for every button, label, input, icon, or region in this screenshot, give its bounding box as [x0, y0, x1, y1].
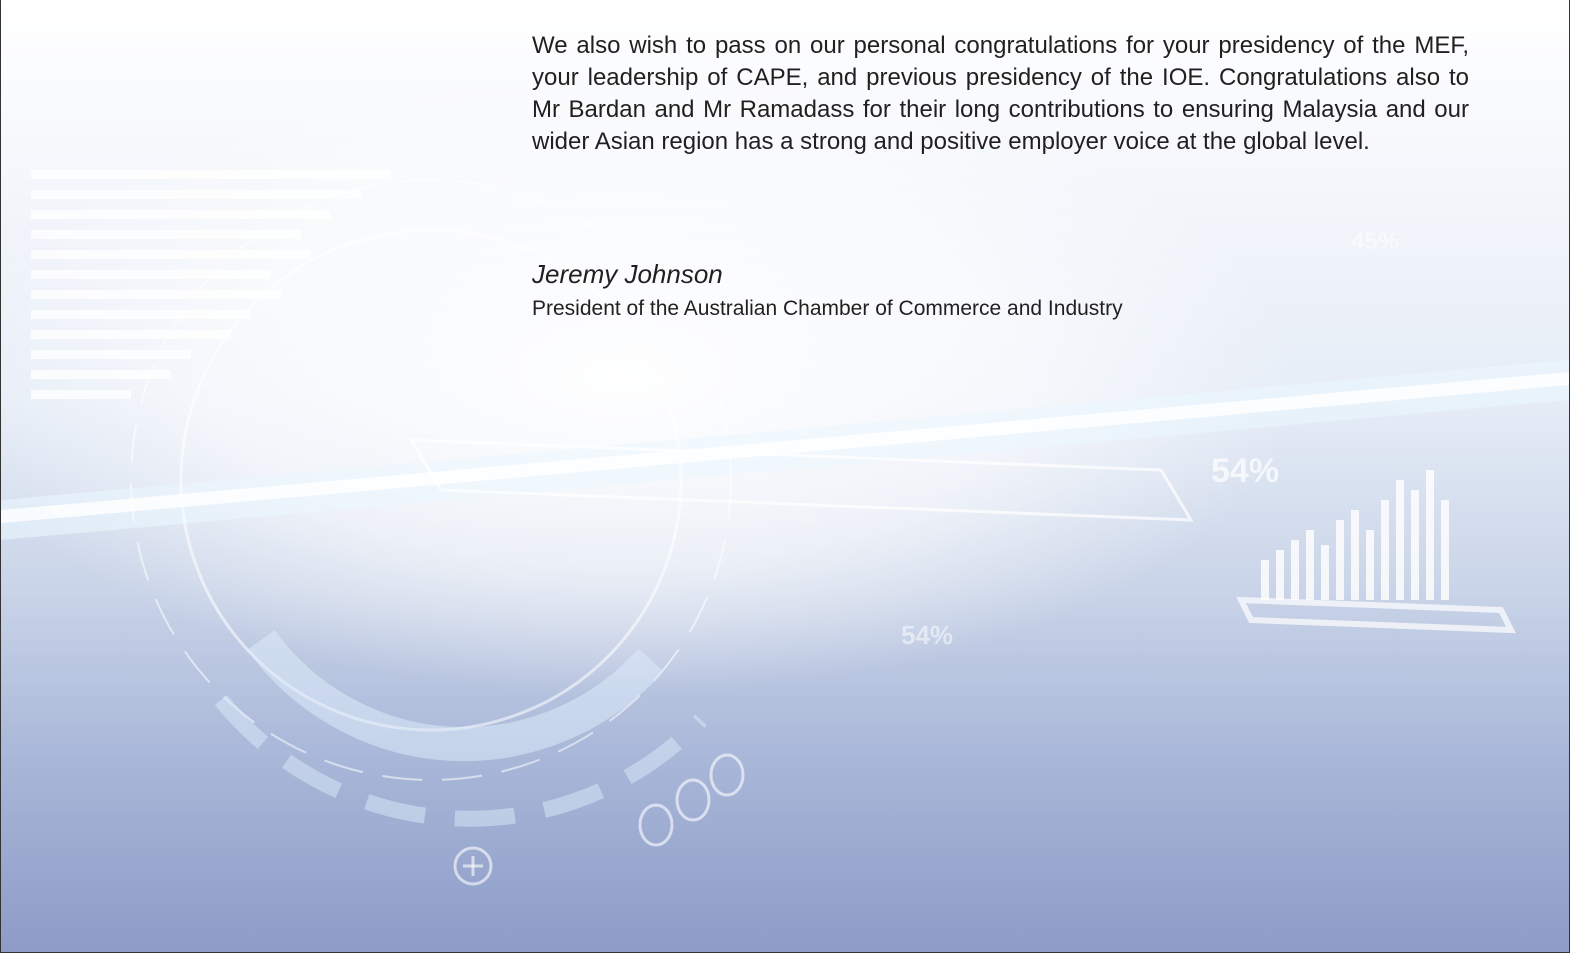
right-bars-decor [1261, 470, 1449, 600]
letter-paragraph: We also wish to pass on our personal con… [532, 32, 1469, 155]
letter-content: We also wish to pass on our personal con… [532, 30, 1469, 322]
left-bars-decor [31, 170, 391, 399]
signatory-name: Jeremy Johnson [532, 259, 723, 289]
letter-page: 54% 54% 45% We also wish to pass on our … [0, 0, 1570, 953]
signatory-title: President of the Australian Chamber of C… [532, 297, 1123, 320]
decor-label-percent: 54% [901, 620, 954, 650]
decor-label-percent: 54% [1211, 452, 1280, 490]
